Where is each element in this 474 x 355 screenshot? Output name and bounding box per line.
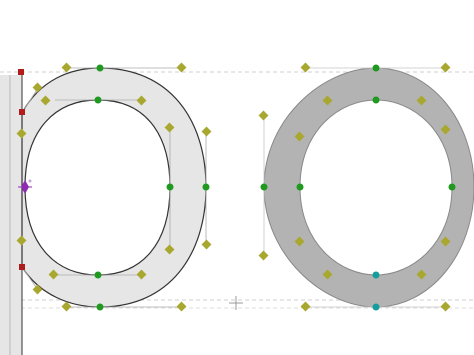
handle-point[interactable] [258, 110, 269, 121]
glyph-p-outline[interactable] [21, 67, 207, 308]
glyph-p-stem [0, 75, 23, 355]
handle-point[interactable] [201, 239, 212, 250]
on-curve-point[interactable] [202, 183, 210, 191]
on-curve-point[interactable] [94, 96, 102, 104]
handle-point[interactable] [258, 250, 269, 261]
on-curve-point[interactable] [96, 64, 104, 72]
handle-point[interactable] [61, 62, 72, 73]
handle-point[interactable] [201, 126, 212, 137]
selected-point[interactable] [372, 303, 380, 311]
on-curve-point[interactable] [448, 183, 456, 191]
on-curve-point[interactable] [96, 303, 104, 311]
on-curve-point[interactable] [94, 271, 102, 279]
on-curve-point[interactable] [372, 96, 380, 104]
glyph-canvas[interactable] [0, 0, 474, 355]
selected-point[interactable] [372, 271, 380, 279]
handle-point[interactable] [300, 62, 311, 73]
on-curve-point[interactable] [372, 64, 380, 72]
corner-point[interactable] [19, 109, 25, 115]
on-curve-point[interactable] [166, 183, 174, 191]
glyph-o-outline[interactable] [263, 67, 474, 308]
glyph-canvas-svg[interactable] [0, 0, 474, 355]
handle-point[interactable] [440, 62, 451, 73]
on-curve-point[interactable] [296, 183, 304, 191]
handle-point[interactable] [176, 62, 187, 73]
on-curve-point[interactable] [260, 183, 268, 191]
corner-point[interactable] [19, 264, 25, 270]
corner-point[interactable] [18, 69, 24, 75]
handle-point[interactable] [176, 301, 187, 312]
handle-point[interactable] [440, 301, 451, 312]
handle-point[interactable] [300, 301, 311, 312]
